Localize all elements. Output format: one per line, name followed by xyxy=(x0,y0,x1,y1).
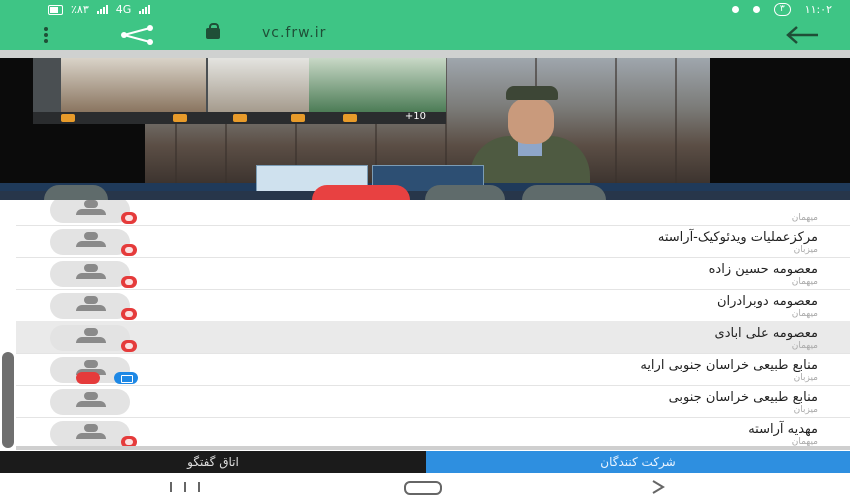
signal-icon xyxy=(96,5,108,14)
participants-list[interactable]: میهمان مرکزعملیات ویدئوکیک-آراسته میزبان… xyxy=(16,200,850,450)
avatar xyxy=(50,325,130,351)
thumbnail-video[interactable] xyxy=(61,58,206,112)
tab-participants[interactable]: شرکت کنندگان xyxy=(426,451,850,473)
avatar xyxy=(50,293,130,319)
battery-level: ٪۸۳ xyxy=(71,3,89,16)
home-icon[interactable] xyxy=(404,481,442,495)
browser-toolbar: vc.frw.ir xyxy=(0,20,850,50)
bottom-tabs: اتاق گفتگو شرکت کنندگان xyxy=(0,451,850,473)
list-item[interactable]: مرکزعملیات ویدئوکیک-آراسته میزبان xyxy=(16,225,850,258)
notification-badge: ۳ xyxy=(773,3,791,16)
thumbnail-video[interactable] xyxy=(309,58,446,112)
horizontal-scrollbar[interactable] xyxy=(16,446,850,450)
notification-dot-icon xyxy=(731,6,739,13)
list-item[interactable]: معصومه دوبرادران میهمان xyxy=(16,289,850,322)
list-item[interactable]: معصومه حسین زاده میهمان xyxy=(16,257,850,290)
back-icon[interactable] xyxy=(650,479,666,495)
share-icon[interactable] xyxy=(118,24,156,46)
mic-off-icon[interactable] xyxy=(121,276,137,288)
tab-chat-room[interactable]: اتاق گفتگو xyxy=(0,451,426,473)
mic-off-icon[interactable] xyxy=(121,340,137,352)
mic-off-icon[interactable] xyxy=(121,244,137,256)
system-nav-bar xyxy=(0,473,850,500)
status-bar: ٪۸۳ 4G ۳ ۱۱:۰۲ xyxy=(0,0,850,20)
camera-on-icon[interactable] xyxy=(114,372,138,384)
list-item[interactable]: معصومه علی ابادی میهمان xyxy=(16,321,850,354)
mic-off-icon[interactable] xyxy=(121,212,137,224)
avatar xyxy=(50,389,130,415)
avatar xyxy=(50,261,130,287)
separator xyxy=(0,50,850,58)
avatar xyxy=(50,229,130,255)
avatar xyxy=(50,200,130,223)
battery-icon xyxy=(48,4,63,15)
signal-icon-2 xyxy=(139,5,151,14)
app-notification-icon xyxy=(752,6,760,13)
list-item[interactable]: منابع طبیعی خراسان جنوبی ارایه میزبان xyxy=(16,353,850,386)
list-item[interactable]: میهمان xyxy=(16,200,850,226)
video-thumbnails[interactable]: +10 xyxy=(33,58,446,124)
more-participants-count[interactable]: +10 xyxy=(405,111,426,122)
more-vert-icon[interactable] xyxy=(44,27,48,43)
video-stage[interactable]: +10 xyxy=(0,58,850,200)
list-item[interactable]: منابع طبیعی خراسان جنوبی میزبان xyxy=(16,385,850,418)
recent-apps-icon[interactable] xyxy=(170,482,200,492)
vertical-scrollbar[interactable] xyxy=(2,352,14,448)
lock-icon xyxy=(206,23,220,39)
clock: ۱۱:۰۲ xyxy=(804,3,832,16)
url-text[interactable]: vc.frw.ir xyxy=(262,25,326,41)
avatar xyxy=(50,421,130,447)
mic-off-icon[interactable] xyxy=(121,308,137,320)
network-type: 4G xyxy=(115,3,132,16)
shared-screen-taskbar xyxy=(0,165,850,193)
speaker-video xyxy=(470,86,590,183)
mic-off-icon[interactable] xyxy=(76,372,100,384)
arrow-back-icon[interactable] xyxy=(786,25,820,45)
